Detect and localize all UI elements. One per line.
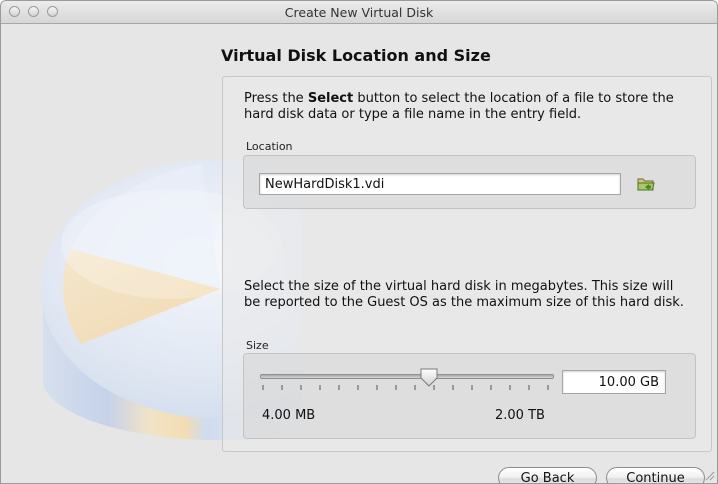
resize-grip-icon[interactable] [703, 469, 715, 481]
page-heading: Virtual Disk Location and Size [221, 46, 491, 65]
size-groupbox: 4.00 MB 2.00 TB [243, 353, 696, 439]
location-description-part1: Press the [244, 91, 308, 106]
size-slider-ticks [262, 385, 549, 390]
title-bar: Create New Virtual Disk [1, 1, 717, 24]
location-groupbox [243, 155, 696, 209]
dialog-content: Virtual Disk Location and Size Press the… [1, 24, 717, 483]
select-keyword: Select [307, 91, 354, 106]
size-group-label: Size [246, 339, 269, 352]
folder-select-icon [637, 178, 655, 191]
size-max-label: 2.00 TB [495, 408, 545, 423]
size-slider-track[interactable] [260, 374, 554, 379]
dialog-window: Create New Virtual Disk Virtual Disk Loc… [0, 0, 718, 484]
size-slider-knob[interactable] [419, 367, 439, 387]
go-back-button[interactable]: Go Back [498, 467, 597, 483]
location-group-label: Location [246, 140, 293, 153]
select-location-button[interactable] [633, 171, 659, 197]
window-title: Create New Virtual Disk [284, 5, 434, 20]
size-input[interactable] [562, 370, 666, 394]
settings-panel: Press the Select button to select the lo… [222, 76, 712, 452]
location-input[interactable] [259, 173, 621, 195]
size-min-label: 4.00 MB [262, 408, 316, 423]
size-description: Select the size of the virtual hard disk… [244, 279, 684, 310]
continue-button[interactable]: Continue [606, 467, 705, 483]
location-description: Press the Select button to select the lo… [244, 91, 689, 123]
